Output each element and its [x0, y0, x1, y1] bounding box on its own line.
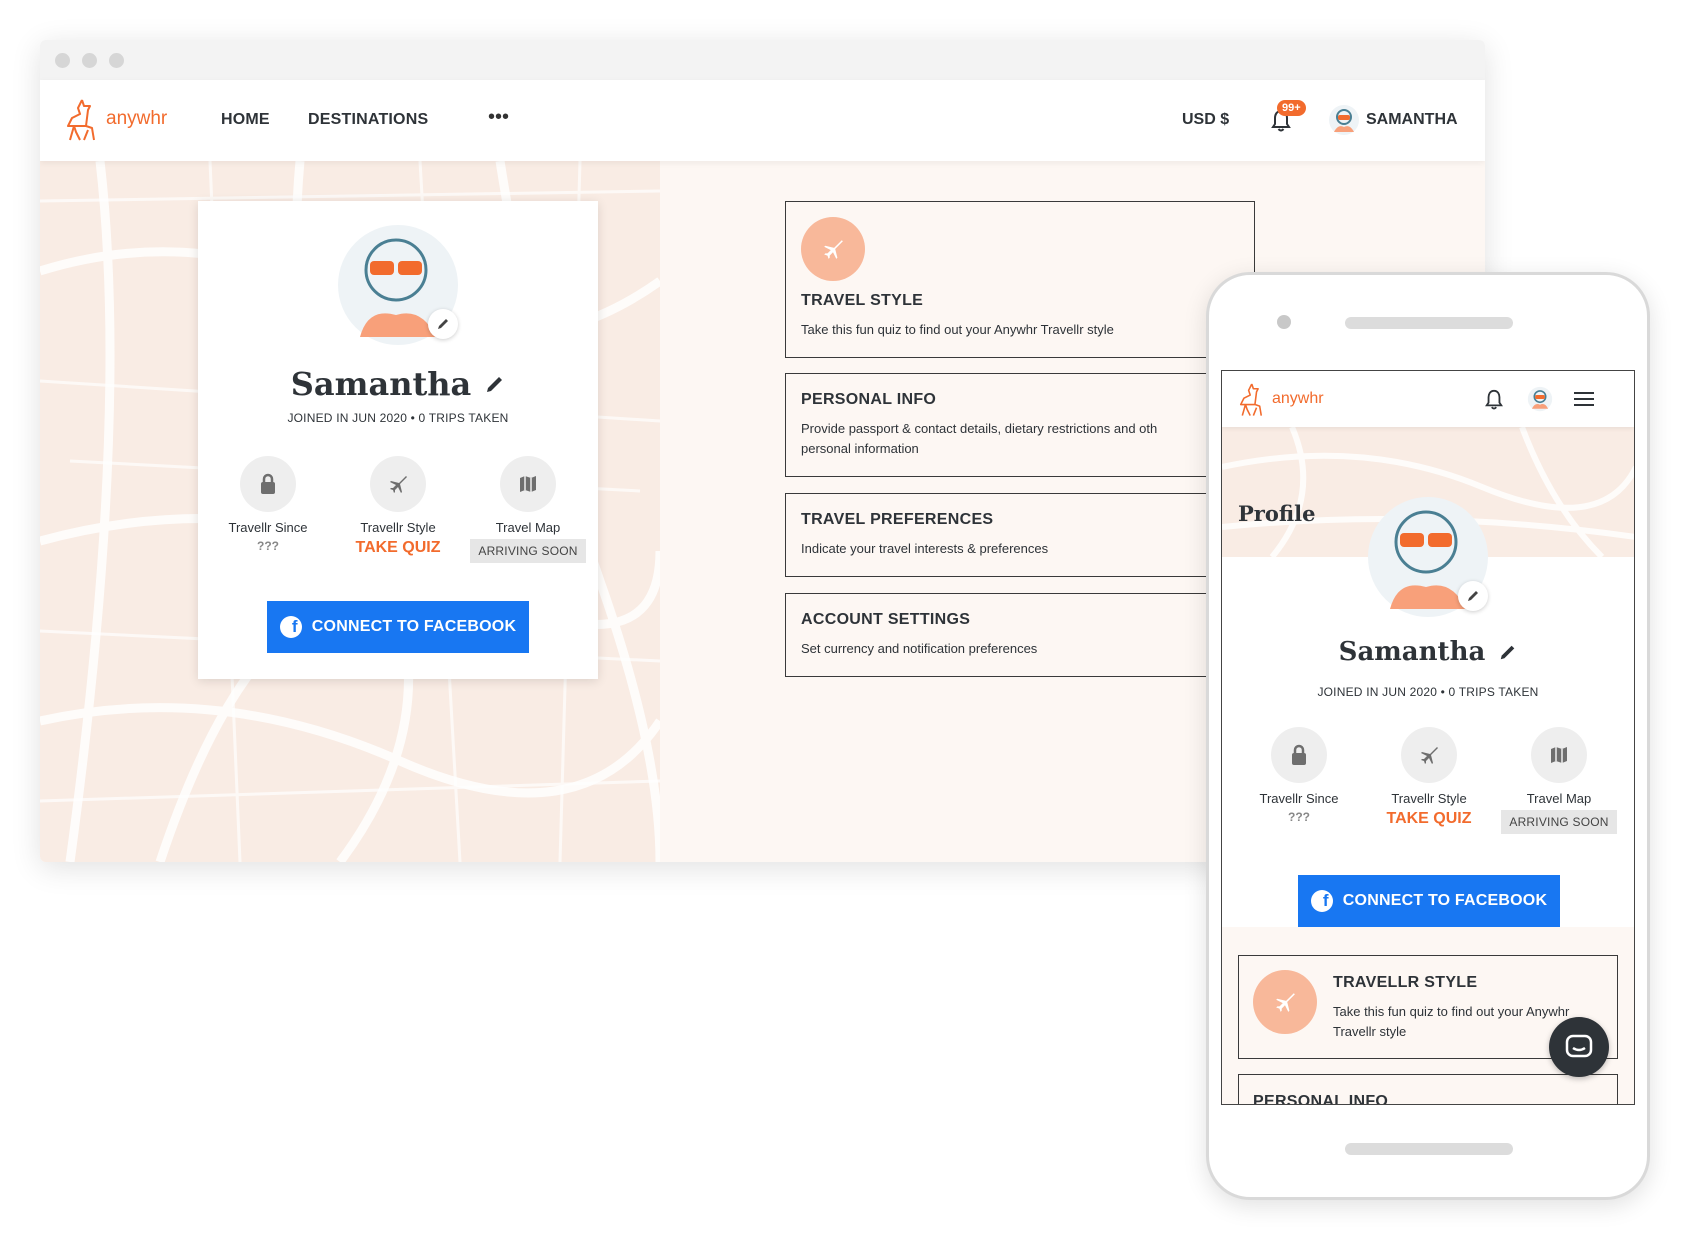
- airplane-icon: [1276, 993, 1295, 1012]
- chat-icon: [1565, 1034, 1593, 1058]
- card-description-line1: Take this fun quiz to find out your Anyw…: [1333, 1004, 1570, 1019]
- mobile-profile-name: Samantha: [1338, 637, 1486, 667]
- window-minimize-dot[interactable]: [82, 53, 97, 68]
- facebook-button-label: CONNECT TO FACEBOOK: [1342, 892, 1548, 909]
- stat-value: ???: [1288, 810, 1310, 824]
- mobile-logo[interactable]: anywhr: [1236, 379, 1324, 419]
- pencil-icon: [438, 319, 448, 329]
- edit-avatar-button[interactable]: [428, 309, 458, 339]
- lock-icon: [1292, 744, 1306, 765]
- stat-value: ???: [257, 539, 279, 553]
- mobile-navbar: anywhr: [1222, 371, 1634, 427]
- mobile-stat-travel-map: Travel Map ARRIVING SOON: [1494, 727, 1624, 834]
- mobile-page-title: Profile: [1238, 501, 1316, 526]
- facebook-button-label: CONNECT TO FACEBOOK: [311, 618, 517, 635]
- airplane-icon: [824, 240, 843, 259]
- card-title: PERSONAL INFO: [1253, 1093, 1389, 1105]
- logo-wordmark: anywhr: [106, 108, 168, 129]
- mobile-phone-frame: anywhr Profile Samantha JOINED IN JUN 20…: [1206, 272, 1650, 1200]
- browser-chrome: [40, 40, 1485, 80]
- stat-label: Travellr Since: [228, 520, 308, 535]
- map-icon: [1551, 747, 1567, 763]
- nav-home-link[interactable]: HOME: [221, 111, 270, 129]
- take-quiz-link[interactable]: TAKE QUIZ: [333, 539, 463, 557]
- mobile-stat-travellr-style: Travellr Style TAKE QUIZ: [1364, 727, 1494, 828]
- window-maximize-dot[interactable]: [109, 53, 124, 68]
- airplane-icon: [1421, 747, 1438, 764]
- mobile-avatar-icon[interactable]: [1527, 386, 1553, 412]
- notification-count-badge: 99+: [1277, 100, 1306, 116]
- section-title: PERSONAL INFO: [801, 391, 937, 408]
- llama-logo-icon: [67, 99, 95, 141]
- mobile-connect-facebook-button[interactable]: f CONNECT TO FACEBOOK: [1298, 875, 1560, 927]
- card-title: TRAVELLR STYLE: [1333, 974, 1478, 991]
- stat-travellr-style: Travellr Style TAKE QUIZ: [333, 456, 463, 557]
- stat-label: Travellr Style: [360, 520, 436, 535]
- section-description: Set currency and notification preference…: [801, 641, 1038, 656]
- mobile-bell-icon[interactable]: [1484, 388, 1504, 410]
- logo-wordmark: anywhr: [1272, 390, 1324, 407]
- user-name[interactable]: SAMANTHA: [1366, 111, 1458, 129]
- card-description-line2: Travellr style: [1333, 1024, 1407, 1039]
- section-account-settings[interactable]: ACCOUNT SETTINGS Set currency and notifi…: [785, 593, 1255, 677]
- section-title: TRAVEL PREFERENCES: [801, 511, 994, 528]
- section-description-line1: Provide passport & contact details, diet…: [801, 421, 1158, 436]
- stat-label: Travellr Since: [1259, 791, 1339, 806]
- airplane-icon: [390, 476, 407, 493]
- section-title: TRAVEL STYLE: [801, 292, 924, 309]
- profile-name: Samantha: [290, 365, 472, 403]
- facebook-icon: f: [279, 616, 302, 638]
- phone-home-bar: [1345, 1143, 1513, 1155]
- mobile-edit-avatar-button[interactable]: [1458, 581, 1488, 611]
- stat-label: Travellr Style: [1391, 791, 1467, 806]
- phone-camera: [1277, 315, 1291, 329]
- profile-summary-card: Samantha JOINED IN JUN 2020 • 0 TRIPS TA…: [198, 201, 598, 679]
- window-close-dot[interactable]: [55, 53, 70, 68]
- stat-label: Travel Map: [495, 520, 561, 535]
- top-navbar: anywhr HOME DESTINATIONS ••• USD $ 99+ S…: [40, 80, 1485, 161]
- section-personal-info[interactable]: PERSONAL INFO Provide passport & contact…: [785, 373, 1255, 477]
- section-description: Indicate your travel interests & prefere…: [801, 541, 1049, 556]
- pencil-icon: [1468, 591, 1478, 601]
- stat-label: Travel Map: [1526, 791, 1592, 806]
- facebook-icon: f: [1310, 890, 1333, 912]
- edit-name-pencil-icon[interactable]: [1499, 643, 1517, 661]
- mobile-joined-info: JOINED IN JUN 2020 • 0 TRIPS TAKEN: [1317, 685, 1539, 699]
- section-travel-style[interactable]: TRAVEL STYLE Take this fun quiz to find …: [785, 201, 1255, 358]
- connect-facebook-button[interactable]: f CONNECT TO FACEBOOK: [267, 601, 529, 653]
- currency-selector[interactable]: USD $: [1182, 111, 1229, 129]
- hamburger-menu-icon[interactable]: [1574, 391, 1594, 407]
- section-description-line2: personal information: [801, 441, 919, 456]
- lock-icon: [261, 473, 275, 494]
- mobile-stat-travellr-since: Travellr Since ???: [1234, 727, 1364, 824]
- more-menu-icon[interactable]: •••: [488, 106, 509, 129]
- phone-speaker: [1345, 317, 1513, 329]
- map-icon: [520, 476, 536, 492]
- stat-travel-map: Travel Map ARRIVING SOON: [463, 456, 593, 563]
- llama-logo-icon: [1239, 383, 1263, 416]
- stat-travellr-since: Travellr Since ???: [203, 456, 333, 553]
- mobile-screen: anywhr Profile Samantha JOINED IN JUN 20…: [1221, 370, 1635, 1105]
- section-title: ACCOUNT SETTINGS: [801, 611, 971, 628]
- mobile-card-personal-info[interactable]: PERSONAL INFO: [1238, 1074, 1618, 1105]
- user-avatar-icon[interactable]: [1328, 104, 1360, 136]
- chat-support-button[interactable]: [1549, 1017, 1609, 1077]
- arriving-soon-badge: ARRIVING SOON: [1501, 810, 1617, 834]
- arriving-soon-badge: ARRIVING SOON: [470, 539, 586, 563]
- section-travel-preferences[interactable]: TRAVEL PREFERENCES Indicate your travel …: [785, 493, 1255, 577]
- anywhr-logo[interactable]: anywhr: [62, 96, 167, 142]
- mobile-take-quiz-link[interactable]: TAKE QUIZ: [1364, 810, 1494, 828]
- joined-info: JOINED IN JUN 2020 • 0 TRIPS TAKEN: [287, 411, 509, 425]
- edit-name-pencil-icon[interactable]: [485, 374, 505, 394]
- nav-destinations-link[interactable]: DESTINATIONS: [308, 111, 428, 129]
- section-description: Take this fun quiz to find out your Anyw…: [801, 322, 1114, 337]
- mobile-profile-section: Profile Samantha JOINED IN JUN 2020 • 0 …: [1222, 427, 1634, 927]
